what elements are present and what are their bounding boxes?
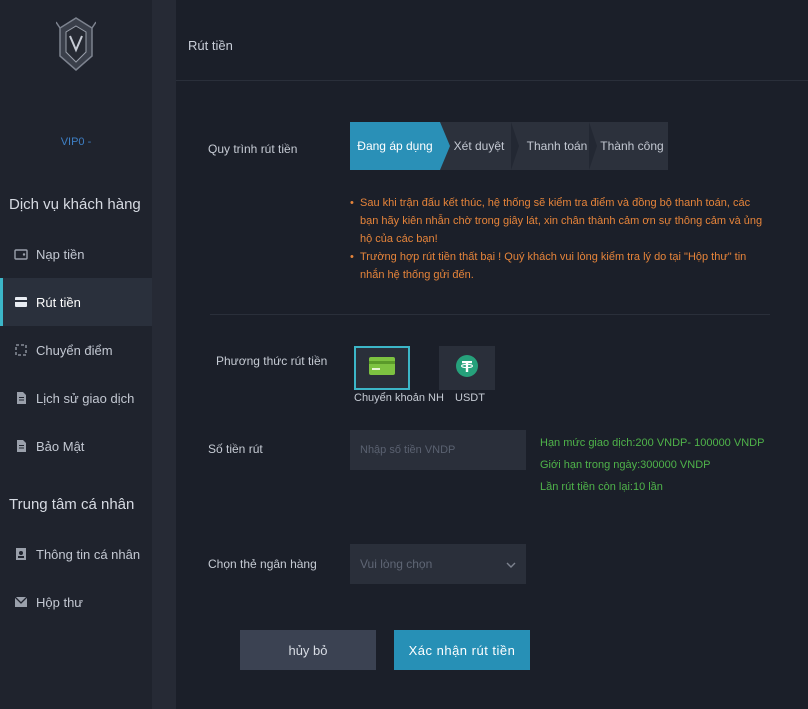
usdt-label: USDT xyxy=(455,392,485,404)
step-applying: Đang áp dụng xyxy=(350,122,450,170)
sidebar-item-security[interactable]: Bảo Mật xyxy=(0,422,152,470)
vip-level: VIP0 - xyxy=(60,136,92,148)
bank-transfer-label: Chuyển khoản NH xyxy=(354,392,444,404)
chevron-down-icon xyxy=(506,557,516,571)
customer-service-title: Dịch vụ khách hàng xyxy=(9,196,141,213)
amount-input[interactable] xyxy=(350,430,526,470)
step-payment: Thanh toán xyxy=(518,122,597,170)
sidebar-item-label: Rút tiền xyxy=(36,294,81,310)
transfer-icon xyxy=(14,343,28,357)
daily-limit: Giới hạn trong ngày:300000 VNDP xyxy=(540,459,711,471)
sidebar-item-label: Nạp tiền xyxy=(36,246,85,262)
confirm-withdraw-button[interactable]: Xác nhận rút tiền xyxy=(394,630,530,670)
mail-icon xyxy=(14,595,28,609)
sidebar-divider xyxy=(152,0,176,709)
tether-icon xyxy=(456,354,478,382)
limits-info: Hạn mức giao dịch:200 VNDP- 100000 VNDP … xyxy=(540,432,764,498)
sidebar-item-label: Chuyển điểm xyxy=(36,342,113,358)
bank-card-label: Chọn thẻ ngân hàng xyxy=(208,557,317,571)
sidebar-item-history[interactable]: Lịch sử giao dịch xyxy=(0,374,152,422)
withdraw-steps: Đang áp dụng Xét duyệt Thanh toán Thành … xyxy=(350,122,668,170)
document-icon xyxy=(14,439,28,453)
sidebar-item-inbox[interactable]: Hộp thư xyxy=(0,578,152,626)
sidebar-item-withdraw[interactable]: Rút tiền xyxy=(0,278,152,326)
transaction-limit: Hạn mức giao dịch:200 VNDP- 100000 VNDP xyxy=(540,437,765,449)
notice-item: Sau khi trận đấu kết thúc, hệ thống sẽ k… xyxy=(350,194,770,248)
bank-transfer-method[interactable] xyxy=(354,346,410,390)
page-title: Rút tiền xyxy=(188,38,233,53)
card-icon xyxy=(14,295,28,309)
step-success: Thành công xyxy=(596,122,668,170)
step-review: Xét duyệt xyxy=(440,122,519,170)
wallet-icon xyxy=(14,247,28,261)
method-label: Phương thức rút tiền xyxy=(216,354,328,368)
title-divider xyxy=(176,80,808,81)
process-label: Quy trình rút tiền xyxy=(208,142,298,156)
sidebar-item-deposit[interactable]: Nạp tiền xyxy=(0,230,152,278)
sidebar: VIP0 - Dịch vụ khách hàng Nạp tiền Rút t… xyxy=(0,0,152,709)
personal-center-title: Trung tâm cá nhân xyxy=(9,496,135,513)
sidebar-item-label: Bảo Mật xyxy=(36,438,85,454)
notice-list: Sau khi trận đấu kết thúc, hệ thống sẽ k… xyxy=(350,194,770,284)
sidebar-item-profile[interactable]: Thông tin cá nhân xyxy=(0,530,152,578)
document-icon xyxy=(14,391,28,405)
notice-item: Trường hợp rút tiền thất bại ! Quý khách… xyxy=(350,248,770,284)
sidebar-item-label: Hộp thư xyxy=(36,594,84,610)
main-panel: Rút tiền Quy trình rút tiền Đang áp dụng… xyxy=(176,0,808,709)
sidebar-item-label: Lịch sử giao dịch xyxy=(36,390,135,406)
cancel-button[interactable]: hủy bỏ xyxy=(240,630,376,670)
logo xyxy=(55,16,97,72)
select-placeholder: Vui lòng chọn xyxy=(360,557,433,571)
bank-card-icon xyxy=(369,356,395,380)
section-divider xyxy=(210,314,770,315)
user-card-icon xyxy=(14,547,28,561)
sidebar-item-label: Thông tin cá nhân xyxy=(36,546,141,562)
usdt-method[interactable] xyxy=(439,346,495,390)
remaining-withdrawals: Lần rút tiền còn lại:10 lần xyxy=(540,481,663,493)
amount-label: Số tiền rút xyxy=(208,442,263,456)
sidebar-item-transfer[interactable]: Chuyển điểm xyxy=(0,326,152,374)
bank-card-select[interactable]: Vui lòng chọn xyxy=(350,544,526,584)
